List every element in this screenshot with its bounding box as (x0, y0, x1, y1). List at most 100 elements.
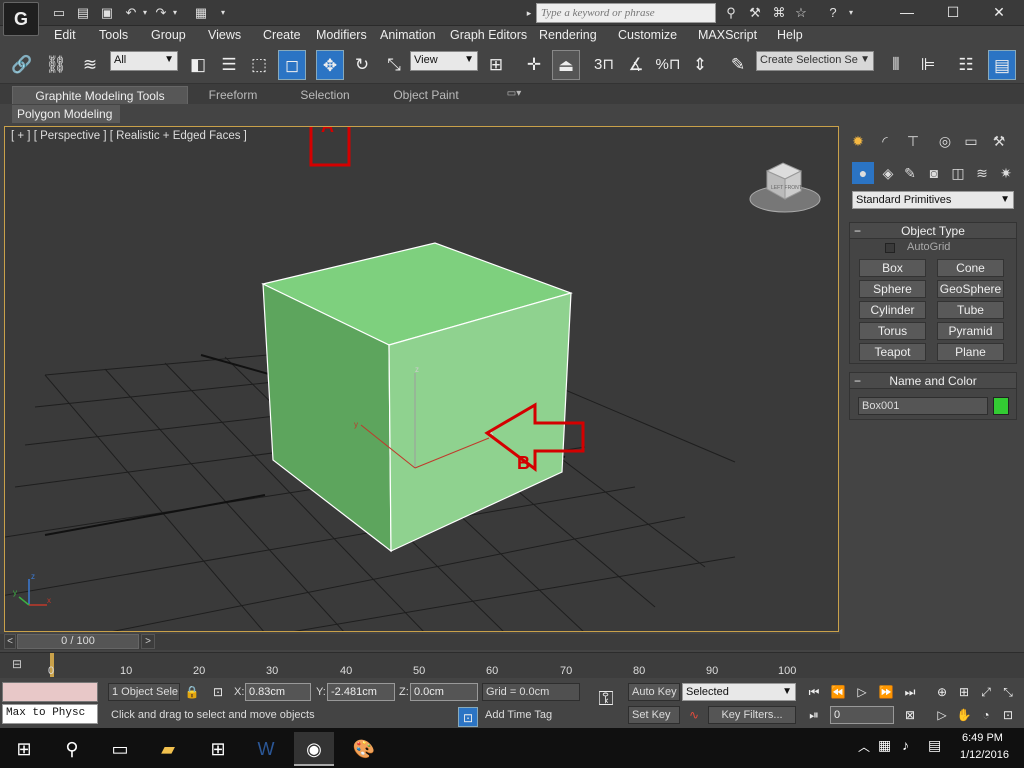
align-icon[interactable]: ⊫ (914, 50, 942, 80)
cylinder-button[interactable]: Cylinder (859, 301, 926, 319)
hierarchy-panel-icon[interactable]: ⊤ (902, 130, 924, 152)
pan-view-icon[interactable]: ✋ (954, 705, 974, 725)
network-icon[interactable]: ▦ (878, 737, 896, 754)
object-category-select[interactable]: Standard Primitives ▼ (852, 191, 1014, 209)
action-center-icon[interactable]: ▤ (928, 737, 946, 754)
tab-freeform[interactable]: Freeform (196, 86, 270, 104)
teapot-button[interactable]: Teapot (859, 343, 926, 361)
object-name-field[interactable]: Box001 (858, 397, 988, 415)
tab-object-paint[interactable]: Object Paint (382, 86, 470, 104)
tube-button[interactable]: Tube (937, 301, 1004, 319)
toggle-ribbon-icon[interactable]: ▤ (988, 50, 1016, 80)
cone-button[interactable]: Cone (937, 259, 1004, 277)
unlink-icon[interactable]: ⛓ (42, 50, 70, 80)
application-button[interactable]: G (3, 2, 39, 36)
edit-named-selection-icon[interactable]: ✎ (724, 50, 752, 80)
angle-snap-icon[interactable]: ∡ (622, 50, 650, 80)
help-icon[interactable]: ? (824, 4, 842, 22)
create-panel-icon[interactable]: ✹ (847, 130, 869, 152)
key-filters-button[interactable]: Key Filters... (708, 706, 796, 724)
go-to-end-icon[interactable]: ⏭ (900, 682, 920, 702)
select-and-move-icon[interactable]: ✥ (316, 50, 344, 80)
space-warps-icon[interactable]: ≋ (971, 162, 993, 184)
minimize-button[interactable]: — (884, 0, 930, 26)
percent-snap-icon[interactable]: %⊓ (654, 50, 682, 80)
orbit-icon[interactable]: ◔ (976, 705, 996, 725)
transform-mode-icon[interactable]: ⊡ (208, 682, 228, 702)
box-button[interactable]: Box (859, 259, 926, 277)
communication-icon[interactable]: ⌘ (770, 4, 788, 22)
modify-panel-icon[interactable]: ◜ (874, 130, 896, 152)
viewport-scene[interactable]: z x y A B LEFT FRONT z x y (5, 127, 839, 632)
default-tangents-icon[interactable]: ∿ (684, 705, 704, 725)
word-icon[interactable]: W (246, 732, 286, 766)
key-filter-select[interactable]: Selected ▼ (682, 683, 796, 701)
menu-edit[interactable]: Edit (54, 28, 76, 42)
zoom-extents-all-icon[interactable]: ⤡ (998, 682, 1018, 702)
select-and-scale-icon[interactable]: ⤡ (380, 50, 408, 80)
new-file-icon[interactable]: ▭ (50, 4, 68, 22)
cameras-icon[interactable]: ◙ (923, 162, 945, 184)
menu-views[interactable]: Views (208, 28, 241, 42)
select-manipulate-icon[interactable]: ✛ (520, 50, 548, 80)
zoom-icon[interactable]: ⊕ (932, 682, 952, 702)
pyramid-button[interactable]: Pyramid (937, 322, 1004, 340)
plane-button[interactable]: Plane (937, 343, 1004, 361)
binoculars-icon[interactable]: ⚲ (722, 4, 740, 22)
reference-coordinate-select[interactable]: View ▼ (410, 51, 478, 71)
key-mode-toggle-icon[interactable]: ⏯ (804, 705, 824, 725)
add-time-tag[interactable]: Add Time Tag (482, 707, 580, 725)
zoom-all-icon[interactable]: ⊞ (954, 682, 974, 702)
named-selection-sets-select[interactable]: Create Selection Se ▼ (756, 51, 874, 71)
y-coordinate-field[interactable]: -2.481cm (327, 683, 395, 701)
go-to-start-icon[interactable]: ⏮ (804, 682, 824, 702)
keyboard-shortcut-override-icon[interactable]: ⏏ (552, 50, 580, 80)
undo-icon[interactable]: ↶ (122, 4, 140, 22)
selection-lock-icon[interactable]: 🔒 (182, 682, 202, 702)
x-coordinate-field[interactable]: 0.83cm (245, 683, 311, 701)
file-explorer-icon[interactable]: ▰ (148, 732, 188, 766)
auto-key-button[interactable]: Auto Key (628, 683, 680, 701)
play-icon[interactable]: ▷ (852, 682, 872, 702)
favorites-star-icon[interactable]: ☆ (792, 4, 810, 22)
rectangular-selection-icon[interactable]: ⬚ (245, 50, 273, 80)
torus-button[interactable]: Torus (859, 322, 926, 340)
redo-icon[interactable]: ↷ (152, 4, 170, 22)
maxscript-mini-listener[interactable]: Max to Physc (2, 704, 98, 724)
spinner-snap-icon[interactable]: ⇕ (686, 50, 714, 80)
bind-space-warp-icon[interactable]: ≋ (76, 50, 104, 80)
taskbar-time[interactable]: 6:49 PM (962, 732, 1003, 744)
selection-filter-select[interactable]: All ▼ (110, 51, 178, 71)
autogrid-checkbox[interactable] (885, 243, 895, 253)
mirror-icon[interactable]: ⫴ (882, 50, 910, 80)
link-icon[interactable]: 🔗 (8, 50, 36, 80)
menu-group[interactable]: Group (151, 28, 186, 42)
helpers-icon[interactable]: ◫ (947, 162, 969, 184)
maximize-button[interactable]: ☐ (930, 0, 976, 26)
shapes-icon[interactable]: ◈ (877, 162, 899, 184)
set-key-button[interactable]: Set Key (628, 706, 680, 724)
taskbar-date[interactable]: 1/12/2016 (960, 749, 1009, 761)
search-input[interactable]: Type a keyword or phrase (536, 3, 716, 23)
menu-rendering[interactable]: Rendering (539, 28, 597, 42)
motion-panel-icon[interactable]: ◎ (934, 130, 956, 152)
save-file-icon[interactable]: ▣ (98, 4, 116, 22)
store-icon[interactable]: ⊞ (198, 732, 238, 766)
close-button[interactable]: ✕ (976, 0, 1022, 26)
select-by-name-icon[interactable]: ☰ (215, 50, 243, 80)
display-panel-icon[interactable]: ▭ (960, 130, 982, 152)
menu-modifiers[interactable]: Modifiers (316, 28, 367, 42)
set-key-key-icon[interactable]: ⚿ (590, 688, 622, 718)
snaps-toggle-icon[interactable]: 3⊓ (590, 50, 618, 80)
time-configuration-icon[interactable]: ⊠ (900, 705, 920, 725)
sphere-button[interactable]: Sphere (859, 280, 926, 298)
window-crossing-icon[interactable]: ◻ (278, 50, 306, 80)
search-icon[interactable]: ⚲ (52, 732, 92, 766)
perspective-viewport[interactable]: z x y A B LEFT FRONT z x y [ + ] [ Persp (4, 126, 839, 632)
windows-start-icon[interactable]: ⊞ (4, 732, 44, 766)
redo-dropdown-icon[interactable]: ▾ (170, 4, 180, 22)
project-folder-icon[interactable]: ▦ (192, 4, 210, 22)
menu-customize[interactable]: Customize (618, 28, 677, 42)
ribbon-options-dropdown-icon[interactable]: ▭▾ (500, 86, 528, 104)
help-dropdown-icon[interactable]: ▾ (846, 4, 856, 22)
